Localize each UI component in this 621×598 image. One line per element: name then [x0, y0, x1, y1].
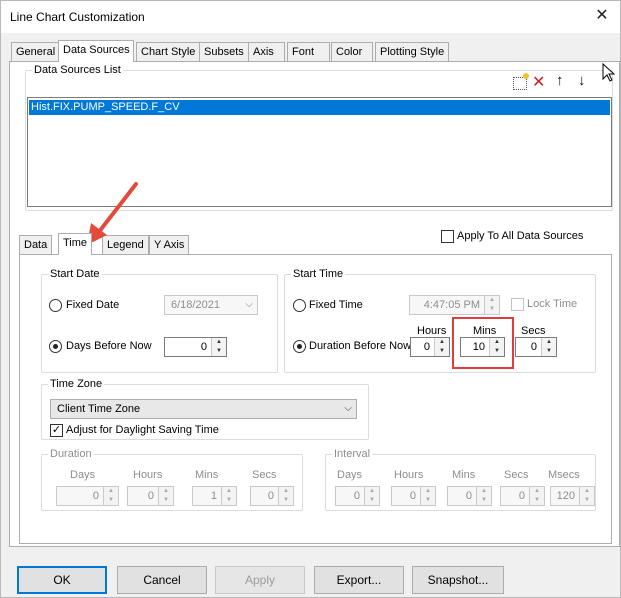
hours-field[interactable]: 0 ▲ ▼ — [410, 337, 450, 357]
time-tab-panel: Start Date Fixed Date 6/18/2021 ⌵ Days B… — [19, 254, 612, 544]
start-date-label: Start Date — [50, 268, 100, 280]
duration-days-label: Days — [70, 469, 96, 481]
fixed-time-spinner[interactable]: ▲ ▼ — [484, 296, 499, 314]
days-before-now-label: Days Before Now — [66, 340, 152, 352]
cancel-button[interactable]: Cancel — [117, 566, 207, 594]
duration-hours-value: 0 — [147, 490, 154, 502]
data-sources-group-label: Data Sources List — [34, 64, 121, 76]
tab-data-sources[interactable]: Data Sources — [58, 40, 134, 62]
fixed-time-field[interactable]: 4:47:05 PM ▲ ▼ — [409, 295, 500, 315]
hours-spinner[interactable]: ▲ ▼ — [434, 338, 449, 356]
dst-label: Adjust for Daylight Saving Time — [66, 424, 219, 436]
chevron-down-icon: ⌵ — [344, 403, 352, 414]
duration-before-now-label: Duration Before Now — [309, 340, 412, 352]
secs-field[interactable]: 0 ▲ ▼ — [515, 337, 557, 357]
secs-label: Secs — [521, 325, 546, 337]
mins-highlight-box — [452, 317, 514, 369]
interval-mins-label: Mins — [452, 469, 476, 481]
lock-time-checkbox[interactable] — [511, 298, 524, 311]
fixed-time-radio[interactable] — [293, 299, 306, 312]
hours-value: 0 — [423, 341, 430, 353]
duration-secs-field[interactable]: 0 ▲ ▼ — [250, 486, 294, 506]
interval-days-label: Days — [337, 469, 363, 481]
time-zone-value: Client Time Zone — [57, 403, 141, 415]
tab-subsets[interactable]: Subsets — [199, 42, 249, 62]
chevron-down-icon: ⌵ — [245, 299, 253, 310]
snapshot-button[interactable]: Snapshot... — [412, 566, 504, 594]
close-icon[interactable]: ✕ — [592, 6, 612, 26]
list-item[interactable]: Hist.FIX.PUMP_SPEED.F_CV — [29, 100, 610, 115]
time-zone-select[interactable]: Client Time Zone ⌵ — [50, 399, 357, 419]
tab-y-axis[interactable]: Y Axis — [149, 235, 190, 255]
apply-all-label: Apply To All Data Sources — [457, 230, 584, 242]
start-time-label: Start Time — [293, 268, 344, 280]
tab-chart-style[interactable]: Chart Style — [136, 42, 201, 62]
ok-button[interactable]: OK — [17, 566, 107, 594]
tab-general[interactable]: General — [11, 42, 61, 62]
mouse-cursor-icon — [602, 63, 616, 82]
hours-label: Hours — [417, 325, 447, 337]
secs-value: 0 — [530, 341, 537, 353]
duration-hours-label: Hours — [133, 469, 163, 481]
fixed-date-label: Fixed Date — [66, 299, 120, 311]
move-down-icon[interactable]: ↓ — [578, 72, 586, 89]
tab-font[interactable]: Font — [287, 42, 330, 62]
tab-time[interactable]: Time — [58, 233, 93, 255]
duration-mins-label: Mins — [195, 469, 219, 481]
dst-checkbox[interactable]: ✓ — [50, 424, 63, 437]
time-zone-label: Time Zone — [50, 378, 103, 390]
days-spinner[interactable]: ▲ ▼ — [211, 338, 226, 356]
fixed-time-label: Fixed Time — [309, 299, 363, 311]
interval-msecs-value: 120 — [556, 490, 575, 502]
interval-secs-value: 0 — [518, 490, 525, 502]
interval-secs-label: Secs — [504, 469, 529, 481]
delete-icon[interactable]: ✕ — [532, 72, 545, 92]
days-before-now-radio[interactable] — [49, 340, 62, 353]
tab-data[interactable]: Data — [19, 235, 53, 255]
apply-all-checkbox[interactable] — [441, 230, 454, 243]
new-icon[interactable] — [513, 73, 529, 90]
apply-button[interactable]: Apply — [215, 566, 305, 594]
duration-days-value: 0 — [92, 490, 99, 502]
title-bar: Line Chart Customization ✕ — [1, 1, 620, 33]
interval-hours-label: Hours — [394, 469, 424, 481]
duration-mins-field[interactable]: 1 ▲ ▼ — [192, 486, 237, 506]
tab-plotting-style[interactable]: Plotting Style — [375, 42, 450, 62]
interval-hours-field[interactable]: 0 ▲ ▼ — [391, 486, 436, 506]
duration-secs-label: Secs — [252, 469, 277, 481]
interval-mins-value: 0 — [465, 490, 472, 502]
duration-secs-value: 0 — [267, 490, 274, 502]
secs-spinner[interactable]: ▲ ▼ — [541, 338, 556, 356]
fixed-date-picker[interactable]: 6/18/2021 ⌵ — [164, 295, 258, 315]
interval-label: Interval — [334, 448, 371, 460]
fixed-date-radio[interactable] — [49, 299, 62, 312]
dialog-window: Line Chart Customization ✕ General Data … — [0, 0, 621, 598]
interval-days-field[interactable]: 0 ▲ ▼ — [335, 486, 380, 506]
duration-before-now-radio[interactable] — [293, 340, 306, 353]
lock-time-label: Lock Time — [527, 298, 578, 310]
interval-days-value: 0 — [353, 490, 360, 502]
interval-secs-field[interactable]: 0 ▲ ▼ — [500, 486, 545, 506]
dialog-title: Line Chart Customization — [10, 10, 145, 24]
interval-hours-value: 0 — [409, 490, 416, 502]
data-sources-panel: Data Sources List ✕ ↑ ↓ Hist.FIX.PUMP_SP… — [9, 61, 620, 547]
duration-mins-value: 1 — [210, 490, 217, 502]
move-up-icon[interactable]: ↑ — [556, 72, 564, 89]
fixed-time-value: 4:47:05 PM — [423, 299, 480, 311]
days-before-now-field[interactable]: 0 ▲ ▼ — [164, 337, 227, 357]
duration-days-field[interactable]: 0 ▲ ▼ — [56, 486, 119, 506]
duration-hours-field[interactable]: 0 ▲ ▼ — [127, 486, 174, 506]
export-button[interactable]: Export... — [314, 566, 404, 594]
tab-color[interactable]: Color — [331, 42, 373, 62]
duration-label: Duration — [50, 448, 92, 460]
interval-msecs-label: Msecs — [548, 469, 580, 481]
interval-msecs-field[interactable]: 120 ▲ ▼ — [550, 486, 595, 506]
fixed-date-value: 6/18/2021 — [171, 299, 220, 311]
start-date-group: Start Date — [41, 268, 278, 373]
days-before-now-value: 0 — [200, 341, 207, 353]
tab-axis[interactable]: Axis — [248, 42, 285, 62]
interval-mins-field[interactable]: 0 ▲ ▼ — [447, 486, 492, 506]
start-time-group: Start Time — [284, 268, 596, 373]
